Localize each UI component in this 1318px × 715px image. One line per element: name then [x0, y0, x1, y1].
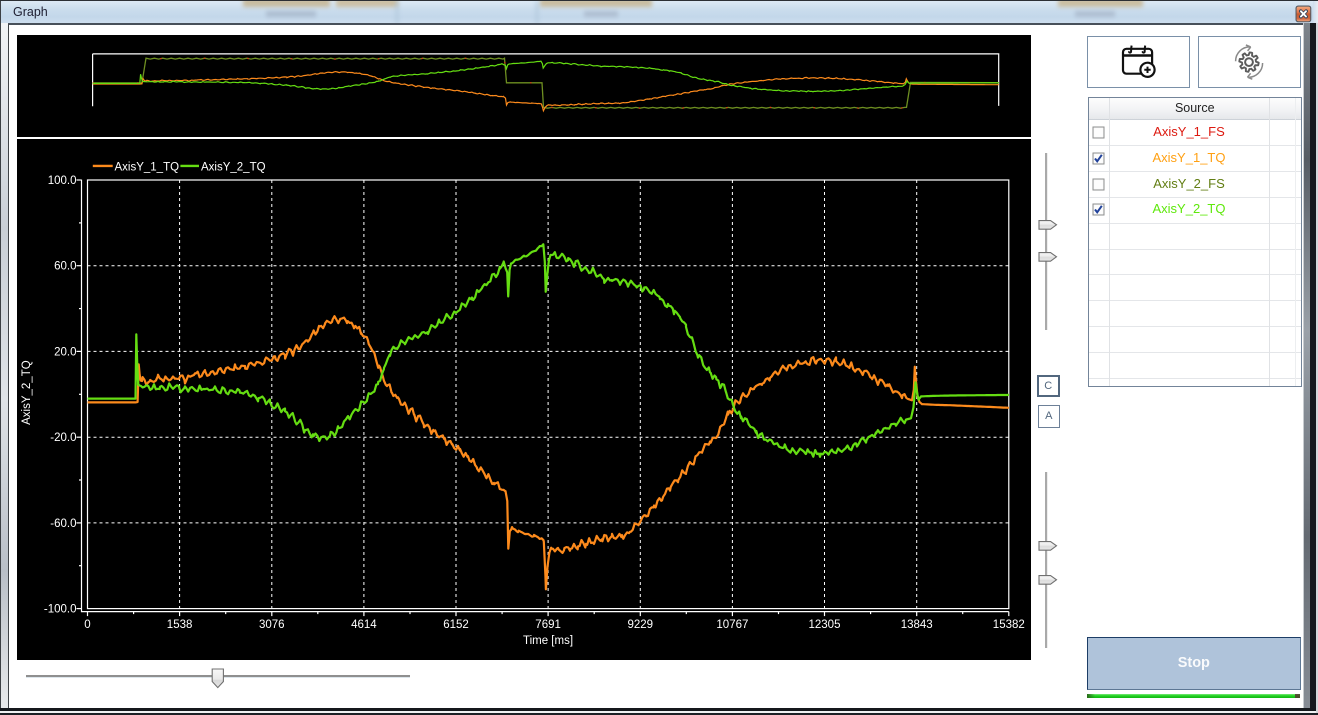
svg-text:-100.0: -100.0	[44, 604, 77, 616]
svg-text:7691: 7691	[535, 619, 561, 631]
svg-text:AxisY_2_TQ: AxisY_2_TQ	[21, 361, 33, 426]
svg-text:9229: 9229	[628, 619, 654, 631]
svg-text:3076: 3076	[259, 619, 285, 631]
svg-text:100.0: 100.0	[48, 175, 77, 187]
svg-text:15382: 15382	[993, 619, 1025, 631]
svg-text:6152: 6152	[443, 619, 469, 631]
svg-text:Time [ms]: Time [ms]	[523, 635, 573, 647]
svg-text:12305: 12305	[809, 619, 841, 631]
svg-text:-60.0: -60.0	[50, 518, 76, 530]
svg-text:60.0: 60.0	[54, 261, 76, 273]
svg-text:13843: 13843	[901, 619, 933, 631]
svg-text:4614: 4614	[351, 619, 377, 631]
svg-text:-20.0: -20.0	[50, 433, 76, 445]
svg-text:1538: 1538	[167, 619, 193, 631]
svg-text:AxisY_2_TQ: AxisY_2_TQ	[201, 162, 266, 174]
svg-text:10767: 10767	[716, 619, 748, 631]
svg-text:AxisY_1_TQ: AxisY_1_TQ	[115, 162, 180, 174]
svg-text:20.0: 20.0	[54, 347, 76, 359]
svg-text:0: 0	[84, 619, 90, 631]
